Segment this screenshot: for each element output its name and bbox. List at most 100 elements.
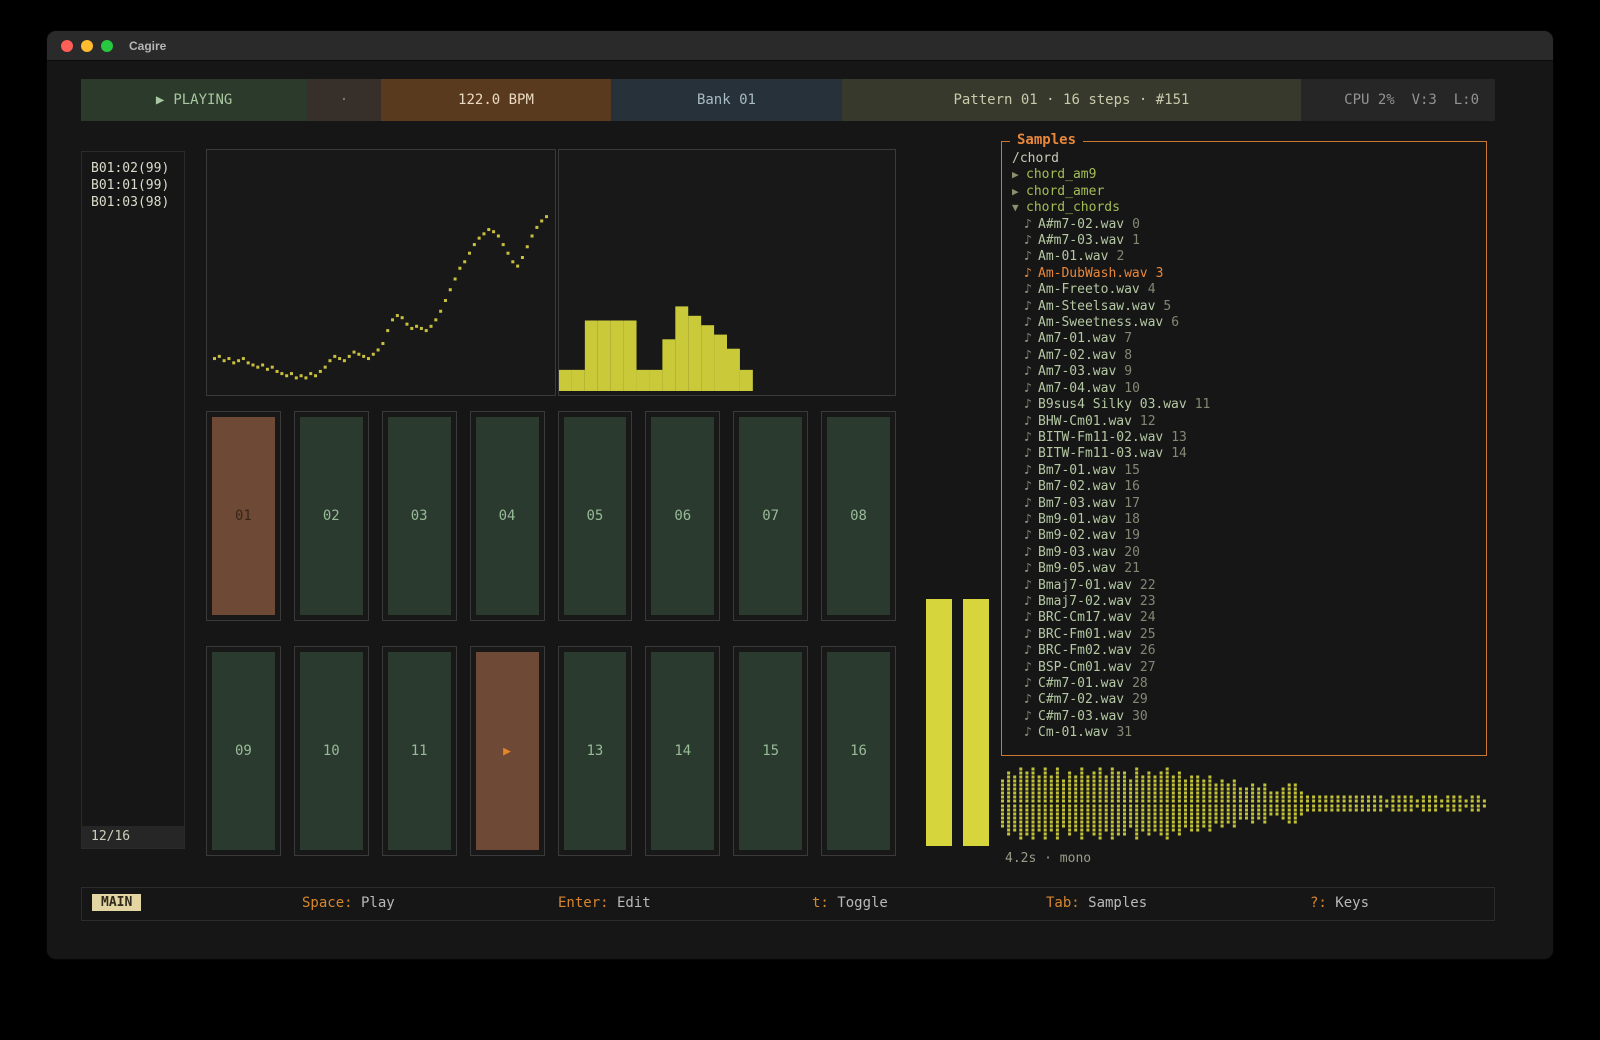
pad-16[interactable]: 16 [821,646,896,856]
waveform-panel [1001,761,1489,846]
sample-file-row[interactable]: ♪C#m7-01.wav28 [1012,676,1476,692]
pad-03[interactable]: 03 [382,411,457,621]
sample-file-row[interactable]: ♪Cm-01.wav31 [1012,725,1476,741]
sample-file-row[interactable]: ♪BRC-Fm02.wav26 [1012,643,1476,659]
sample-file-row[interactable]: ♪B9sus4 Silky 03.wav11 [1012,397,1476,413]
sample-file-row[interactable]: ♪Bm9-05.wav21 [1012,561,1476,577]
sample-file-row[interactable]: ♪BRC-Fm01.wav25 [1012,627,1476,643]
sample-file-row[interactable]: ♪BITW-Fm11-03.wav14 [1012,446,1476,462]
sample-file-row[interactable]: ♪Am7-01.wav7 [1012,331,1476,347]
histogram-panel [558,149,896,396]
play-icon: ▶ [156,92,164,108]
pad-08[interactable]: 08 [821,411,896,621]
sample-file-row[interactable]: ♪Am7-04.wav10 [1012,381,1476,397]
note-icon: ♪ [1024,545,1038,561]
pad-09[interactable]: 09 [206,646,281,856]
pad-15[interactable]: 15 [733,646,808,856]
sample-file-row[interactable]: ♪BSP-Cm01.wav27 [1012,660,1476,676]
sample-file-name: Bm7-03.wav [1038,496,1116,511]
sample-file-row[interactable]: ♪Am-Sweetness.wav6 [1012,315,1476,331]
sample-file-index: 29 [1132,692,1148,707]
sample-file-row[interactable]: ♪BHW-Cm01.wav12 [1012,414,1476,430]
sample-file-row[interactable]: ♪Bmaj7-01.wav22 [1012,578,1476,594]
pad-04[interactable]: 04 [470,411,545,621]
status-bar: ▶PLAYING · 122.0 BPM Bank 01 Pattern 01 … [81,79,1495,121]
sample-file-name: Am-Sweetness.wav [1038,315,1163,330]
pad-surface: 08 [827,417,890,615]
sample-file-name: C#m7-02.wav [1038,692,1124,707]
sample-file-row[interactable]: ♪C#m7-02.wav 29 [1012,692,1476,708]
sample-file-name: A#m7-02.wav [1038,217,1124,232]
pad-11[interactable]: 11 [382,646,457,856]
close-window-button[interactable] [61,40,73,52]
folder-name: chord_am9 [1026,167,1096,182]
sample-file-index: 8 [1124,348,1132,363]
bpm-display[interactable]: 122.0 BPM [381,79,611,121]
step-counter: 12/16 [82,826,184,848]
sample-file-row[interactable]: ♪Am-Steelsaw.wav5 [1012,299,1476,315]
samples-panel-title: Samples [1010,132,1083,148]
sample-file-row[interactable]: ♪A#m7-03.wav1 [1012,233,1476,249]
folder-name: chord_chords [1026,200,1120,215]
sample-file-index: 6 [1171,315,1179,330]
note-icon: ♪ [1024,331,1038,347]
note-icon: ♪ [1024,348,1038,364]
sample-file-index: 7 [1124,331,1132,346]
sample-file-name: Am-DubWash.wav [1038,266,1148,281]
folder-row[interactable]: ▶chord_amer [1012,184,1476,200]
note-icon: ♪ [1024,692,1038,708]
pad-07[interactable]: 07 [733,411,808,621]
sample-file-row[interactable]: ♪Am-Freeto.wav4 [1012,282,1476,298]
sample-file-row[interactable]: ♪A#m7-02.wav0 [1012,217,1476,233]
folder-row[interactable]: ▶chord_am9 [1012,167,1476,183]
folder-row[interactable]: ▼chord_chords [1012,200,1476,216]
pad-13[interactable]: 13 [558,646,633,856]
bank-display[interactable]: Bank 01 [611,79,841,121]
minimize-window-button[interactable] [81,40,93,52]
sample-file-row[interactable]: ♪Bm7-02.wav16 [1012,479,1476,495]
sample-file-row[interactable]: ♪BITW-Fm11-02.wav13 [1012,430,1476,446]
sample-file-name: BITW-Fm11-02.wav [1038,430,1163,445]
pad-06[interactable]: 06 [645,411,720,621]
pad-01[interactable]: 01 [206,411,281,621]
note-icon: ♪ [1024,463,1038,479]
folder-name: chord_amer [1026,184,1104,199]
sample-file-row[interactable]: ♪Am-01.wav2 [1012,249,1476,265]
sample-file-row[interactable]: ♪Bmaj7-02.wav23 [1012,594,1476,610]
pad-14[interactable]: 14 [645,646,720,856]
waveform-display [1001,761,1489,846]
sample-file-row[interactable]: ♪Bm7-03.wav17 [1012,496,1476,512]
sample-file-index: 31 [1116,725,1132,740]
sample-file-index: 9 [1124,364,1132,379]
pattern-display[interactable]: Pattern 01 · 16 steps · #151 [842,79,1302,121]
transport-status[interactable]: ▶PLAYING [81,79,307,121]
sample-file-row[interactable]: ♪Am7-02.wav8 [1012,348,1476,364]
folder-expanded-icon[interactable]: ▼ [1012,200,1026,216]
sample-file-row[interactable]: ♪Am7-03.wav9 [1012,364,1476,380]
trigger-entry: B01:01(99) [91,177,175,194]
pad-05[interactable]: 05 [558,411,633,621]
sample-file-index: 28 [1132,676,1148,691]
sample-file-row[interactable]: ♪Bm9-03.wav20 [1012,545,1476,561]
sample-file-index: 2 [1116,249,1124,264]
pad-02[interactable]: 02 [294,411,369,621]
trigger-sidebar: B01:02(99)B01:01(99)B01:03(98) 12/16 [81,151,185,849]
sample-file-row[interactable]: ♪Bm9-02.wav19 [1012,528,1476,544]
sample-file-row[interactable]: ♪C#m7-03.wav30 [1012,709,1476,725]
folder-collapsed-icon[interactable]: ▶ [1012,167,1026,183]
zoom-window-button[interactable] [101,40,113,52]
sample-file-row[interactable]: ♪Bm7-01.wav15 [1012,463,1476,479]
sample-file-row[interactable]: ♪Am-DubWash.wav3 [1012,266,1476,282]
sample-file-index: 22 [1140,578,1156,593]
pad-label: 09 [235,743,252,759]
folder-collapsed-icon[interactable]: ▶ [1012,184,1026,200]
sample-file-row[interactable]: ♪BRC-Cm17.wav24 [1012,610,1476,626]
pad-label: 06 [674,508,691,524]
pad-10[interactable]: 10 [294,646,369,856]
sample-file-name: Am-01.wav [1038,249,1108,264]
pad-label: 15 [762,743,779,759]
key-hint: t: Toggle [812,895,888,911]
pad-12[interactable]: ▶ [470,646,545,856]
sample-file-row[interactable]: ♪Bm9-01.wav18 [1012,512,1476,528]
note-icon: ♪ [1024,594,1038,610]
